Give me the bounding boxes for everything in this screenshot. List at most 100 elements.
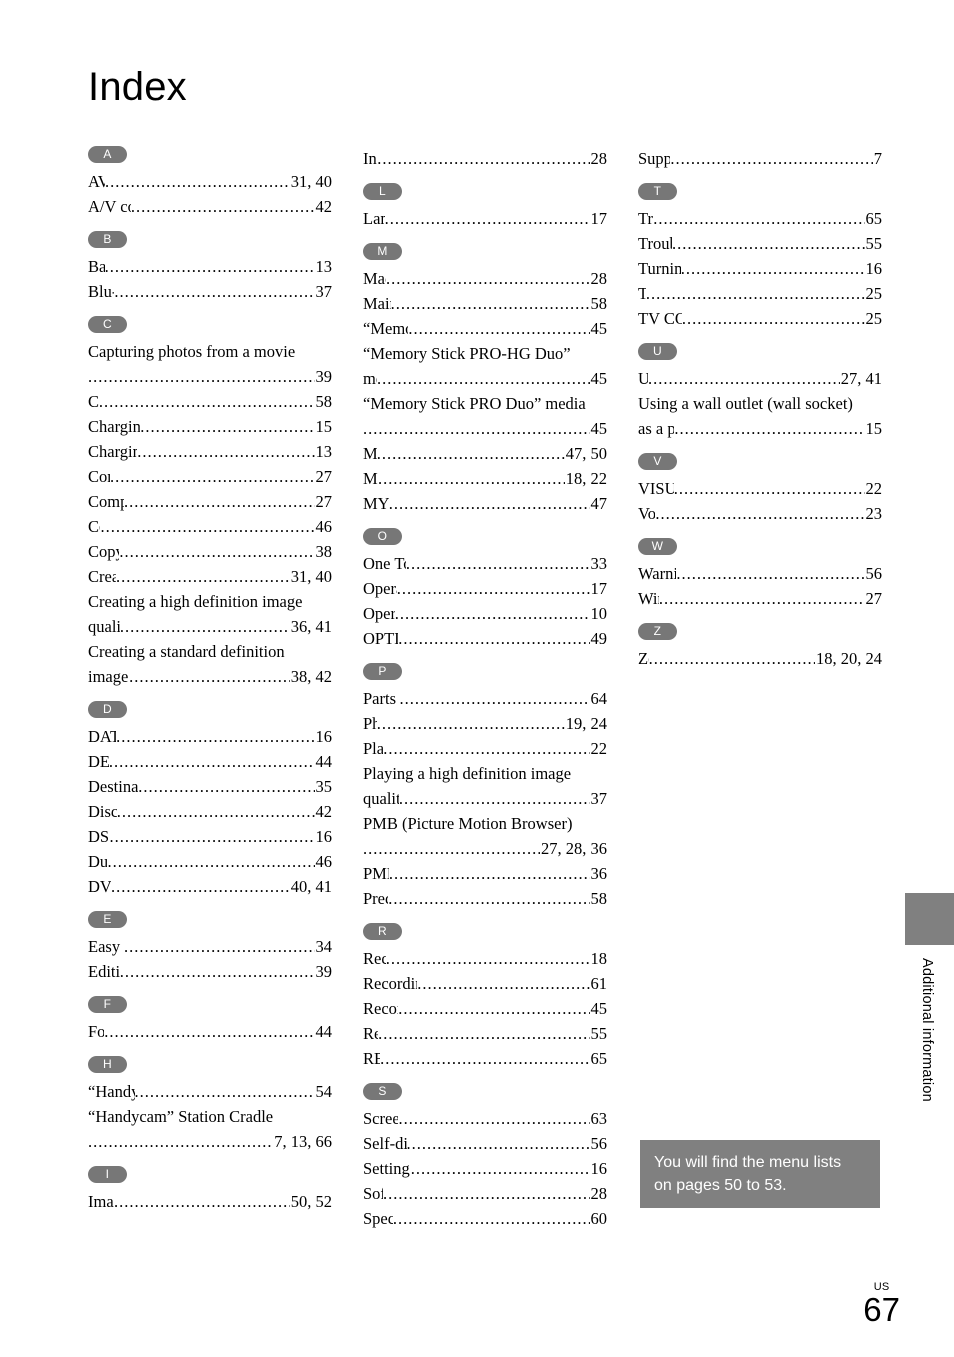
index-entry: Photos .................................… — [363, 711, 607, 736]
index-entry: Install.................................… — [363, 146, 607, 171]
index-entry: USB.....................................… — [638, 366, 882, 391]
index-group-w: W Warning indicators.....................… — [638, 526, 882, 611]
index-entry: Troubleshooting.........................… — [638, 231, 882, 256]
index-entry-pages: 28 — [590, 269, 608, 288]
index-group-l: L Language...............................… — [363, 171, 607, 231]
dot-leader: ........................................… — [670, 149, 872, 168]
index-entry-pages: 18, 22 — [565, 469, 607, 488]
index-entry: Computer................................… — [88, 464, 332, 489]
index-entry: Destination drive or folder.............… — [88, 774, 332, 799]
index-entry-pages: 46 — [315, 852, 333, 871]
index-entry-term-cont: image quality (SD) disc — [88, 667, 129, 686]
index-entry-pages: 27, 41 — [840, 369, 882, 388]
index-entry-term: Using a wall outlet (wall socket) — [638, 394, 853, 413]
dot-leader: ........................................… — [378, 469, 565, 488]
dot-leader: ........................................… — [114, 1192, 290, 1211]
index-entry-pages: 58 — [590, 294, 608, 313]
index-entry-pages: 15 — [865, 419, 883, 438]
dot-leader: ........................................… — [119, 617, 290, 636]
index-entry-pages: 27, 28, 36 — [541, 839, 607, 858]
index-entry-term: Zoom — [638, 649, 649, 668]
index-entry-term: DST SET — [88, 827, 110, 846]
letter-badge-s: S — [363, 1083, 402, 1100]
index-entry-term-cont: quality (HD) disc — [88, 617, 120, 636]
index-entry-term: A/V connecting cable — [88, 197, 131, 216]
index-entry-term-cont: as a power source — [638, 419, 675, 438]
index-group-s: S Screen indicators .....................… — [363, 1071, 607, 1231]
index-entry-term: Computer system — [88, 492, 124, 511]
dot-leader: ........................................… — [385, 949, 590, 968]
index-group-continued: Supplied items..........................… — [638, 146, 882, 171]
index-entry-term: Repair — [363, 1024, 379, 1043]
index-entry: TV CONNECT Guide .......................… — [638, 306, 882, 331]
dot-leader: ........................................… — [378, 1024, 589, 1043]
letter-badge-a: A — [88, 146, 127, 163]
folio-number: 67 — [863, 1291, 900, 1328]
letter-badge-c: C — [88, 316, 127, 333]
index-page: Index A AVCHD............................… — [0, 0, 954, 1357]
index-entry: OPTION MENU ............................… — [363, 626, 607, 651]
dot-leader: ........................................… — [137, 442, 314, 461]
index-entry: Turning the power on ...................… — [638, 256, 882, 281]
index-entry-pages: 31, 40 — [290, 567, 332, 586]
index-entry: Recording and playback time ............… — [363, 971, 607, 996]
index-entry-pages: 36 — [590, 864, 608, 883]
index-entry-pages: 27 — [865, 589, 883, 608]
index-entry: Care ...................................… — [88, 389, 332, 414]
index-entry: DST SET ................................… — [88, 824, 332, 849]
index-entry-continuation: media...................................… — [363, 366, 607, 391]
index-entry-term: Recording media — [363, 999, 398, 1018]
index-entry: Operation flow..........................… — [363, 601, 607, 626]
index-entry-pages: 45 — [590, 999, 608, 1018]
index-entry-term: Creating a high definition image — [88, 592, 303, 611]
index-entry-term: Macintosh — [363, 269, 386, 288]
dot-leader: ........................................… — [130, 197, 315, 216]
index-entry: Menus...................................… — [363, 441, 607, 466]
index-entry-pages: 38 — [315, 542, 333, 561]
dot-leader: ........................................… — [398, 999, 589, 1018]
dot-leader: ........................................… — [648, 649, 815, 668]
index-entry-term: “Memory Stick PRO Duo” media — [363, 394, 586, 413]
dot-leader: ........................................… — [104, 257, 315, 276]
dot-leader: ........................................… — [674, 419, 865, 438]
index-entry-pages: 64 — [590, 689, 608, 708]
index-entry-pages: 31, 40 — [290, 172, 332, 191]
index-entry-term: Operation flow — [363, 604, 395, 623]
index-entry-term: USB — [638, 369, 649, 388]
index-entry: Parts and controls......................… — [363, 686, 607, 711]
index-entry-term: Recording — [363, 949, 386, 968]
index-entry-pages: 39 — [315, 367, 333, 386]
dot-leader: ........................................… — [115, 567, 290, 586]
index-entry-pages: 22 — [865, 479, 883, 498]
index-entry-pages: 55 — [865, 234, 883, 253]
index-entry-term: Photos — [363, 714, 377, 733]
index-entry-pages: 22 — [590, 739, 608, 758]
index-entry-pages: 61 — [590, 974, 608, 993]
index-entry-pages: 19, 24 — [565, 714, 607, 733]
index-group-v: V VISUAL INDEX ..........................… — [638, 441, 882, 526]
index-entry-pages: 42 — [315, 197, 333, 216]
dot-leader: ........................................… — [645, 284, 865, 303]
index-entry-pages: 56 — [865, 564, 883, 583]
index-entry: “Handycam” Station Cradle...............… — [88, 1104, 332, 1154]
index-entry-term: Specifications — [363, 1209, 393, 1228]
index-entry-term: “Handycam” Station Cradle — [88, 1107, 274, 1126]
index-entry-pages: 17 — [590, 579, 608, 598]
index-entry-pages: 38, 42 — [290, 667, 332, 686]
index-entry-term: DATE/TIME — [88, 727, 117, 746]
index-entry-pages: 13 — [315, 442, 333, 461]
index-entry-term: “Handycam” Handbook — [88, 1082, 135, 1101]
index-entry-term: Supplied items — [638, 149, 671, 168]
index-entry-term: Charging the battery abroad — [88, 417, 141, 436]
index-entry-term: Easy PC Back-up — [88, 937, 124, 956]
index-entry-term: PMB (Picture Motion Browser) — [363, 814, 573, 833]
index-entry-pages: 35 — [315, 777, 333, 796]
dot-leader: ........................................… — [380, 1049, 590, 1068]
index-entry-pages: 45 — [590, 319, 608, 338]
index-group-o: O One Touch Disc Burn ...................… — [363, 516, 607, 651]
dot-leader: ........................................… — [396, 579, 590, 598]
index-entry-pages: 18 — [590, 949, 608, 968]
index-entry-pages: 63 — [590, 1109, 608, 1128]
index-entry-pages: 39 — [315, 962, 333, 981]
index-group-b: B Battery................................… — [88, 219, 332, 304]
